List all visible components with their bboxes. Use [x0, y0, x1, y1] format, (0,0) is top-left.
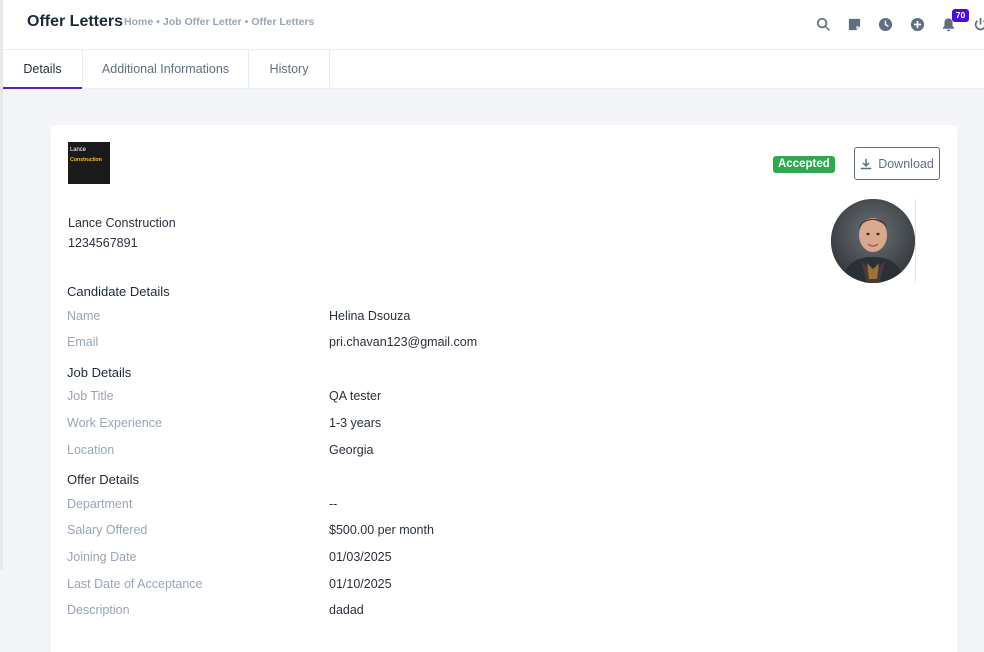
breadcrumb-job-offer-letter[interactable]: Job Offer Letter	[163, 16, 242, 28]
clock-icon[interactable]	[875, 14, 895, 34]
location-value: Georgia	[329, 443, 374, 457]
breadcrumb-separator: •	[156, 16, 160, 28]
field-label: Location	[67, 443, 115, 457]
field-label: Last Date of Acceptance	[67, 577, 203, 591]
field-label: Email	[67, 335, 99, 349]
field-label: Salary Offered	[67, 523, 148, 537]
candidate-name-value: Helina Dsouza	[329, 309, 411, 323]
breadcrumb-separator: •	[244, 16, 249, 28]
top-header: Offer Letters Home • Job Offer Letter • Offe…	[3, 0, 984, 50]
download-button[interactable]: Download	[854, 147, 940, 180]
last-acceptance-date-value: 01/10/2025	[329, 577, 392, 591]
field-label: Work Experience	[67, 416, 162, 430]
candidate-email-value: pri.chavan123@gmail.com	[329, 335, 478, 349]
logo-text-top: Lance	[70, 147, 86, 153]
candidate-avatar	[831, 199, 915, 283]
power-icon[interactable]	[970, 14, 984, 34]
work-experience-value: 1-3 years	[329, 416, 382, 430]
field-label: Description	[67, 603, 130, 617]
notification-count-badge: 70	[952, 9, 969, 22]
candidate-details-heading: Candidate Details	[67, 284, 170, 299]
avatar-divider	[915, 199, 916, 283]
add-circle-icon[interactable]	[907, 14, 927, 34]
description-value: dadad	[329, 603, 364, 617]
download-icon	[860, 158, 872, 169]
tab-bar: Details Additional Informations History	[3, 50, 984, 89]
joining-date-value: 01/03/2025	[329, 550, 392, 564]
salary-value: $500.00 per month	[329, 523, 434, 537]
job-title-value: QA tester	[329, 389, 382, 403]
company-phone: 1234567891	[68, 236, 138, 250]
sticky-note-icon[interactable]	[844, 14, 864, 34]
field-label: Joining Date	[67, 550, 137, 564]
tab-details[interactable]: Details	[3, 50, 83, 89]
tab-history[interactable]: History	[249, 50, 330, 88]
status-badge: Accepted	[773, 156, 835, 173]
company-logo: Lance Construction	[68, 142, 110, 184]
breadcrumb-home[interactable]: Home	[124, 16, 153, 28]
breadcrumb-offer-letters: Offer Letters	[251, 16, 315, 28]
field-label: Job Title	[67, 389, 114, 403]
field-label: Name	[67, 309, 101, 323]
breadcrumb: Home • Job Offer Letter • Offer Letters	[124, 16, 314, 28]
logo-text-bottom: Construction	[70, 157, 102, 163]
job-details-heading: Job Details	[67, 365, 132, 380]
department-value: --	[329, 497, 338, 511]
page-title: Offer Letters	[27, 13, 124, 30]
offer-details-heading: Offer Details	[67, 472, 140, 487]
download-label: Download	[878, 156, 934, 171]
tab-additional-informations[interactable]: Additional Informations	[83, 50, 249, 88]
offer-letter-card: Lance Construction Accepted Download Lan…	[51, 125, 957, 652]
field-label: Department	[67, 497, 133, 511]
company-name: Lance Construction	[68, 216, 176, 230]
search-icon[interactable]	[813, 14, 833, 34]
